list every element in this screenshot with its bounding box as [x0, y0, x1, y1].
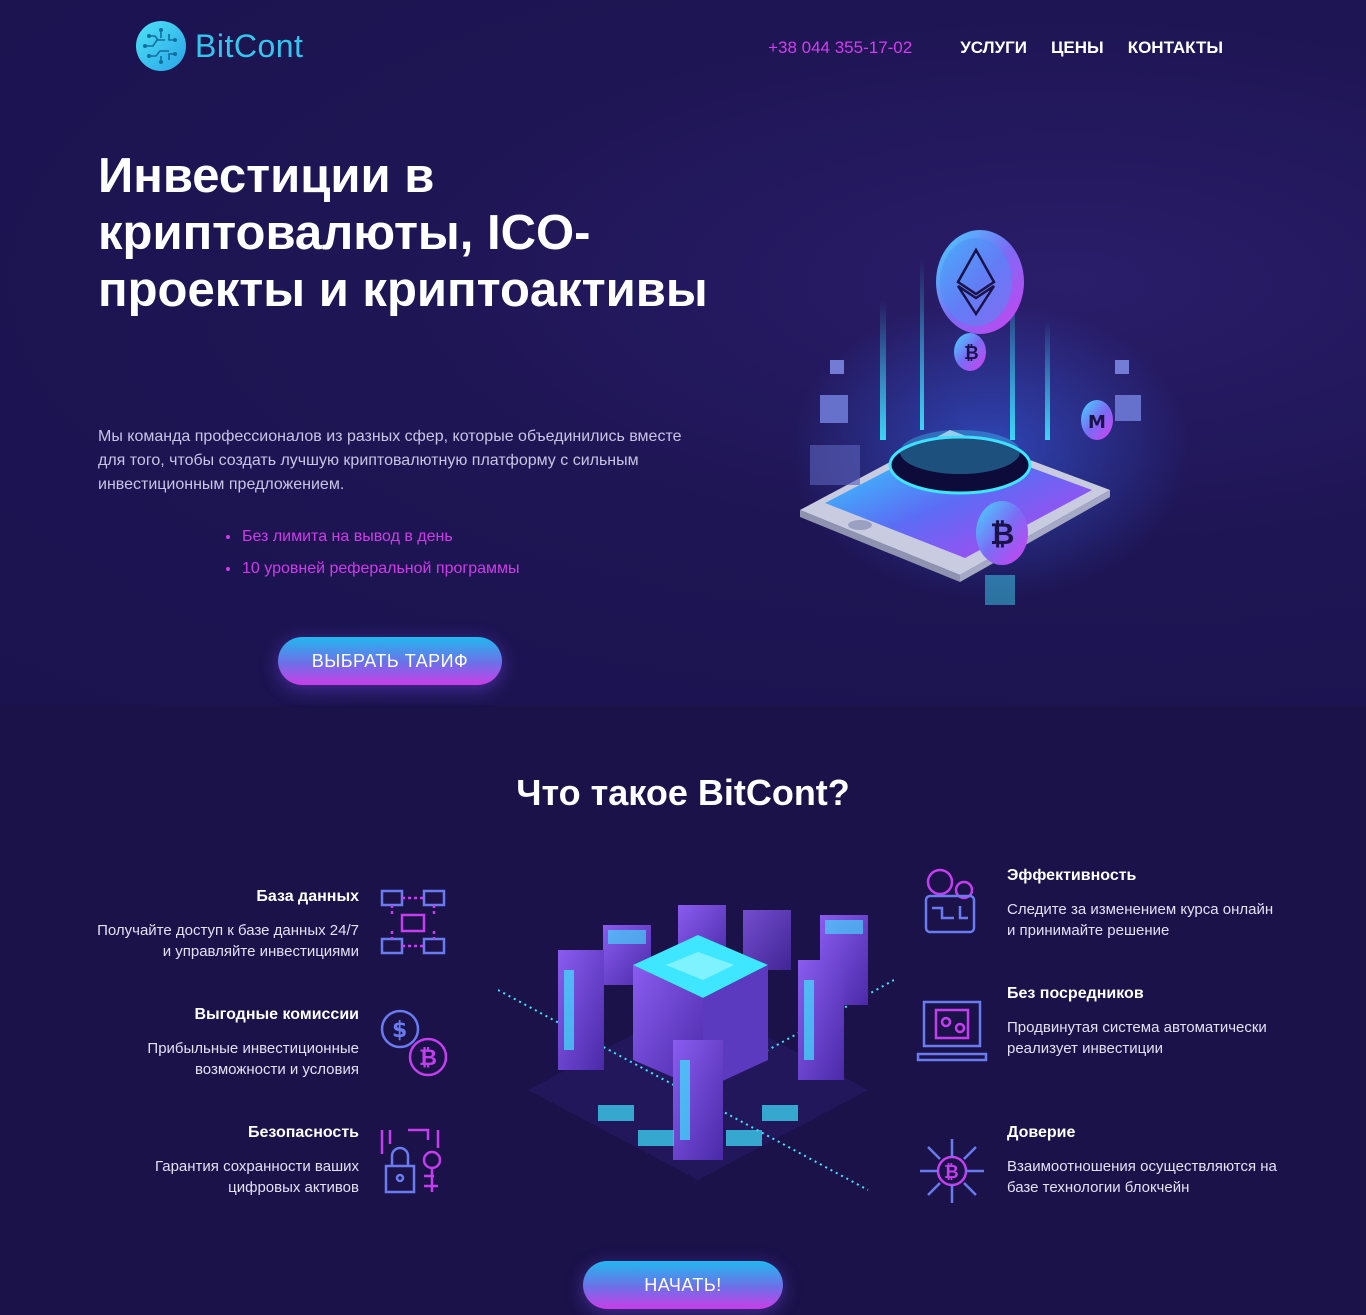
coins-icon: $ ₿: [380, 1009, 448, 1077]
wallet-icon: [924, 868, 976, 934]
svg-text:$: $: [392, 1018, 407, 1043]
crypto-phone-illustration: ₿ ₿ M: [790, 230, 1190, 605]
feature-commissions: Выгодные комиссии Прибыльные инвестицион…: [89, 1006, 359, 1080]
top-nav: +38 044 355-17-02 УСЛУГИ ЦЕНЫ КОНТАКТЫ: [768, 38, 1223, 58]
choose-tariff-button[interactable]: ВЫБРАТЬ ТАРИФ: [278, 637, 502, 685]
feature-text: Взаимоотношения осуществляются на базе т…: [1007, 1158, 1277, 1196]
blockchain-icon: ₿: [920, 1139, 984, 1203]
svg-text:M: M: [1088, 412, 1106, 433]
bullet-dot-icon: [226, 535, 230, 539]
about-title: Что такое BitCont?: [516, 772, 850, 813]
bullet-text: Без лимита на вывод в день: [242, 528, 453, 545]
lock-icon: [380, 1128, 442, 1194]
bullet-item: Без лимита на вывод в день: [226, 528, 520, 546]
feature-efficiency: Эффективность Следите за изменением курс…: [1007, 867, 1277, 941]
feature-text: Продвинутая система автоматически реализ…: [1007, 1019, 1267, 1057]
feature-text: Следите за изменением курса онлайн и при…: [1007, 901, 1274, 939]
feature-title: Эффективность: [1007, 867, 1137, 884]
bullet-item: 10 уровней реферальной программы: [226, 560, 520, 578]
svg-text:₿: ₿: [419, 1046, 437, 1071]
start-button[interactable]: НАЧАТЬ!: [583, 1261, 783, 1309]
svg-text:₿: ₿: [990, 517, 1014, 552]
database-icon: [380, 889, 446, 955]
nav-contacts[interactable]: КОНТАКТЫ: [1128, 38, 1223, 58]
feature-title: Без посредников: [1007, 985, 1144, 1002]
svg-text:₿: ₿: [944, 1162, 959, 1183]
feature-text: Получайте доступ к базе данных 24/7 и уп…: [97, 922, 359, 960]
feature-security: Безопасность Гарантия сохранности ваших …: [89, 1124, 359, 1198]
feature-title: Безопасность: [248, 1124, 359, 1141]
hero-description: Мы команда профессионалов из разных сфер…: [98, 428, 682, 493]
logo[interactable]: BitCont: [135, 20, 303, 72]
feature-title: База данных: [256, 888, 359, 905]
bullet-text: 10 уровней реферальной программы: [242, 560, 520, 577]
server-cluster-illustration: [498, 905, 894, 1191]
laptop-exchange-icon: [916, 1000, 988, 1062]
brain-circuit-icon: [136, 21, 186, 71]
logo-text: BitCont: [195, 27, 304, 64]
phone-link[interactable]: +38 044 355-17-02: [768, 38, 912, 58]
hero-title: Инвестиции в криптовалюты, ICO-проекты и…: [98, 149, 708, 317]
feature-trust: Доверие Взаимоотношения осуществляются н…: [1007, 1124, 1277, 1198]
feature-no-intermediaries: Без посредников Продвинутая система авто…: [1007, 985, 1277, 1059]
feature-text: Прибыльные инвестиционные возможности и …: [147, 1040, 359, 1078]
nav-services[interactable]: УСЛУГИ: [960, 38, 1027, 58]
svg-text:₿: ₿: [964, 343, 979, 364]
feature-title: Доверие: [1007, 1124, 1076, 1141]
hero-bullets: Без лимита на вывод в день 10 уровней ре…: [226, 528, 520, 592]
nav-prices[interactable]: ЦЕНЫ: [1051, 38, 1104, 58]
bullet-dot-icon: [226, 567, 230, 571]
feature-title: Выгодные комиссии: [194, 1006, 359, 1023]
feature-text: Гарантия сохранности ваших цифровых акти…: [154, 1158, 359, 1196]
feature-database: База данных Получайте доступ к базе данн…: [89, 888, 359, 962]
